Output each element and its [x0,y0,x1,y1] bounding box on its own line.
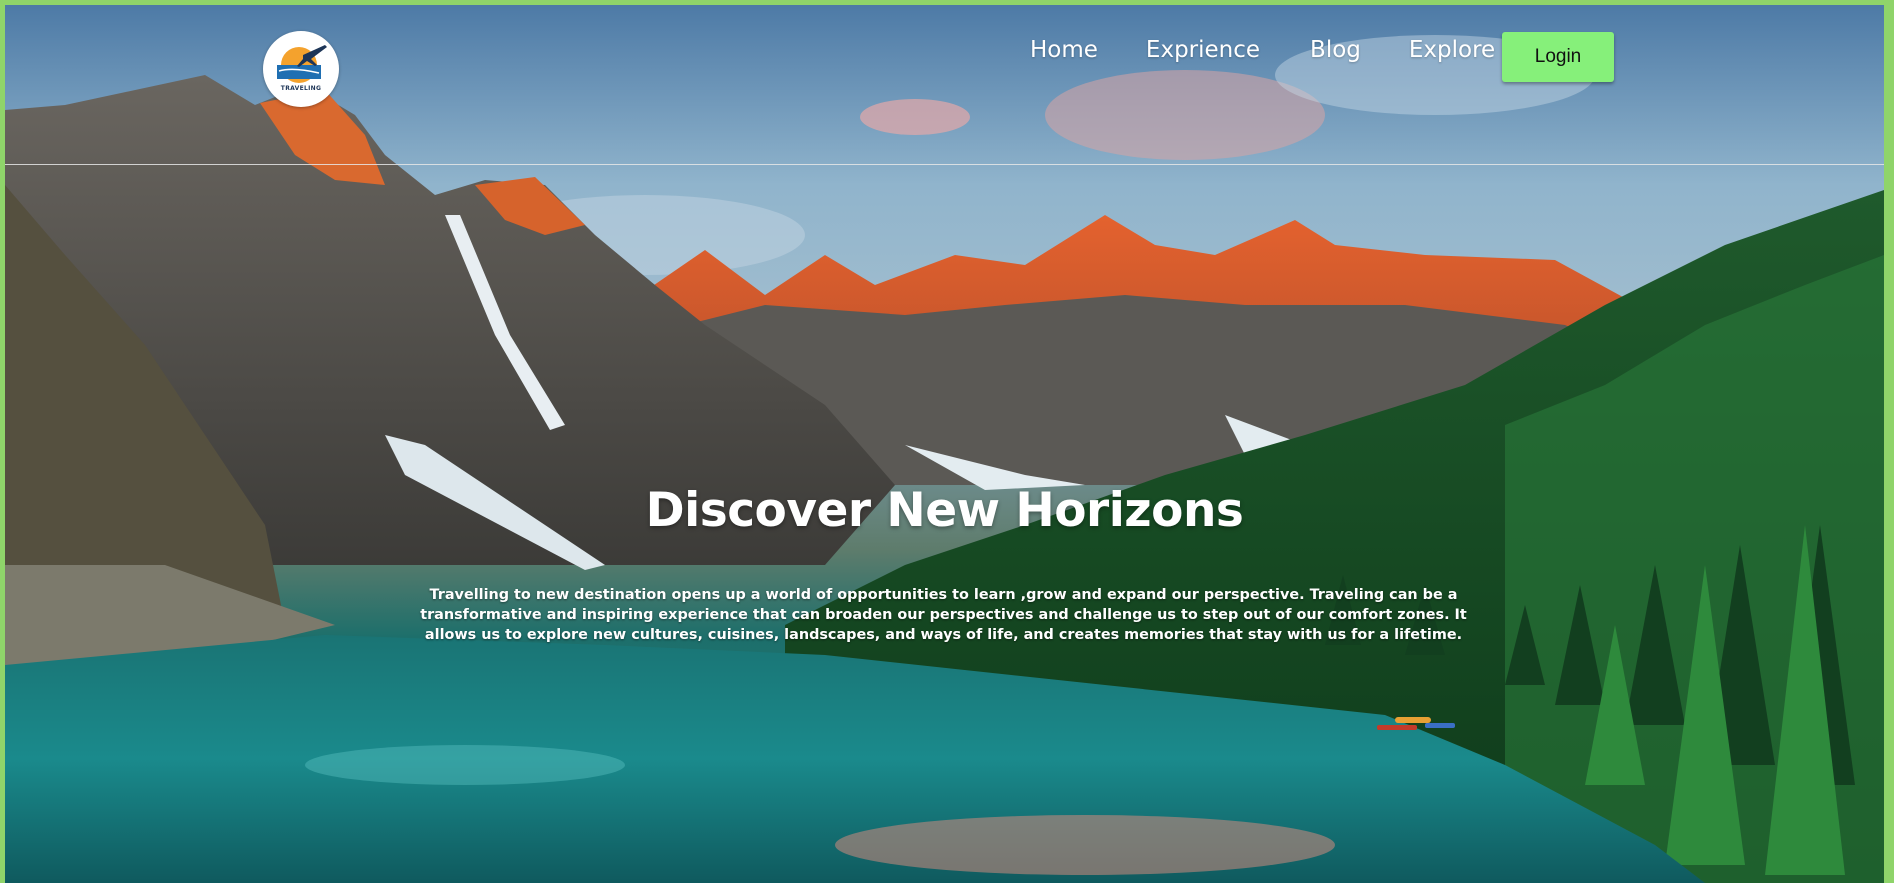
nav-link-blog[interactable]: Blog [1310,33,1361,67]
hero-title: Discover New Horizons [645,483,1244,538]
nav-link-exprience[interactable]: Exprience [1146,33,1260,67]
nav-link-explore[interactable]: Explore [1409,33,1495,67]
logo-text: TRAVELING [280,85,322,92]
hero-section: TRAVELING Home Exprience Blog Explore Lo… [5,5,1884,883]
main-nav: Home Exprience Blog Explore [1030,33,1543,67]
site-logo[interactable]: TRAVELING [263,31,339,107]
top-navbar: TRAVELING Home Exprience Blog Explore Lo… [5,5,1884,165]
nav-link-home[interactable]: Home [1030,33,1098,67]
login-button[interactable]: Login [1502,32,1614,82]
airplane-sunset-logo-icon [277,45,327,83]
hero-description: Travelling to new destination opens up a… [420,587,1467,643]
